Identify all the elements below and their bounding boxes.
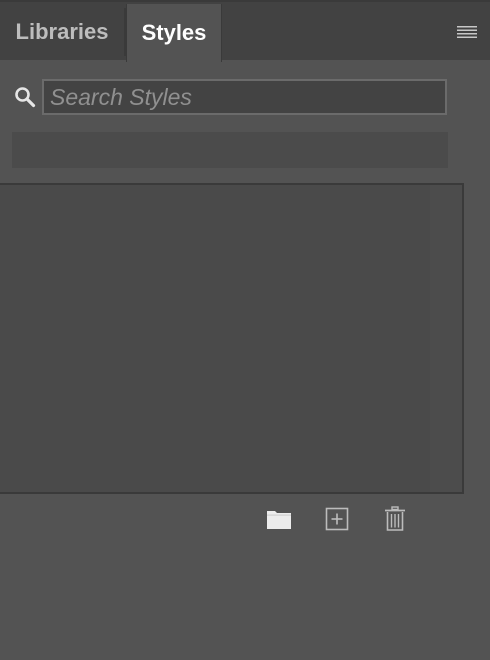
tab-bar: Libraries Styles bbox=[0, 0, 490, 62]
new-group-button[interactable] bbox=[265, 505, 293, 533]
tab-libraries-label: Libraries bbox=[15, 19, 109, 44]
filter-strip bbox=[12, 132, 448, 168]
tab-styles-label: Styles bbox=[141, 20, 207, 45]
trash-icon bbox=[385, 506, 405, 531]
tab-styles[interactable]: Styles bbox=[126, 4, 222, 62]
styles-panel: Libraries Styles bbox=[0, 0, 490, 660]
plus-square-icon bbox=[325, 507, 349, 531]
folder-icon bbox=[267, 511, 291, 529]
tab-libraries[interactable]: Libraries bbox=[0, 4, 124, 60]
search-input[interactable] bbox=[42, 79, 447, 115]
styles-list[interactable] bbox=[0, 183, 464, 494]
scrollbar-track[interactable] bbox=[430, 185, 462, 492]
new-style-button[interactable] bbox=[323, 505, 351, 533]
search-icon bbox=[13, 85, 37, 109]
delete-button[interactable] bbox=[381, 505, 409, 533]
hamburger-menu-icon[interactable] bbox=[456, 24, 478, 40]
